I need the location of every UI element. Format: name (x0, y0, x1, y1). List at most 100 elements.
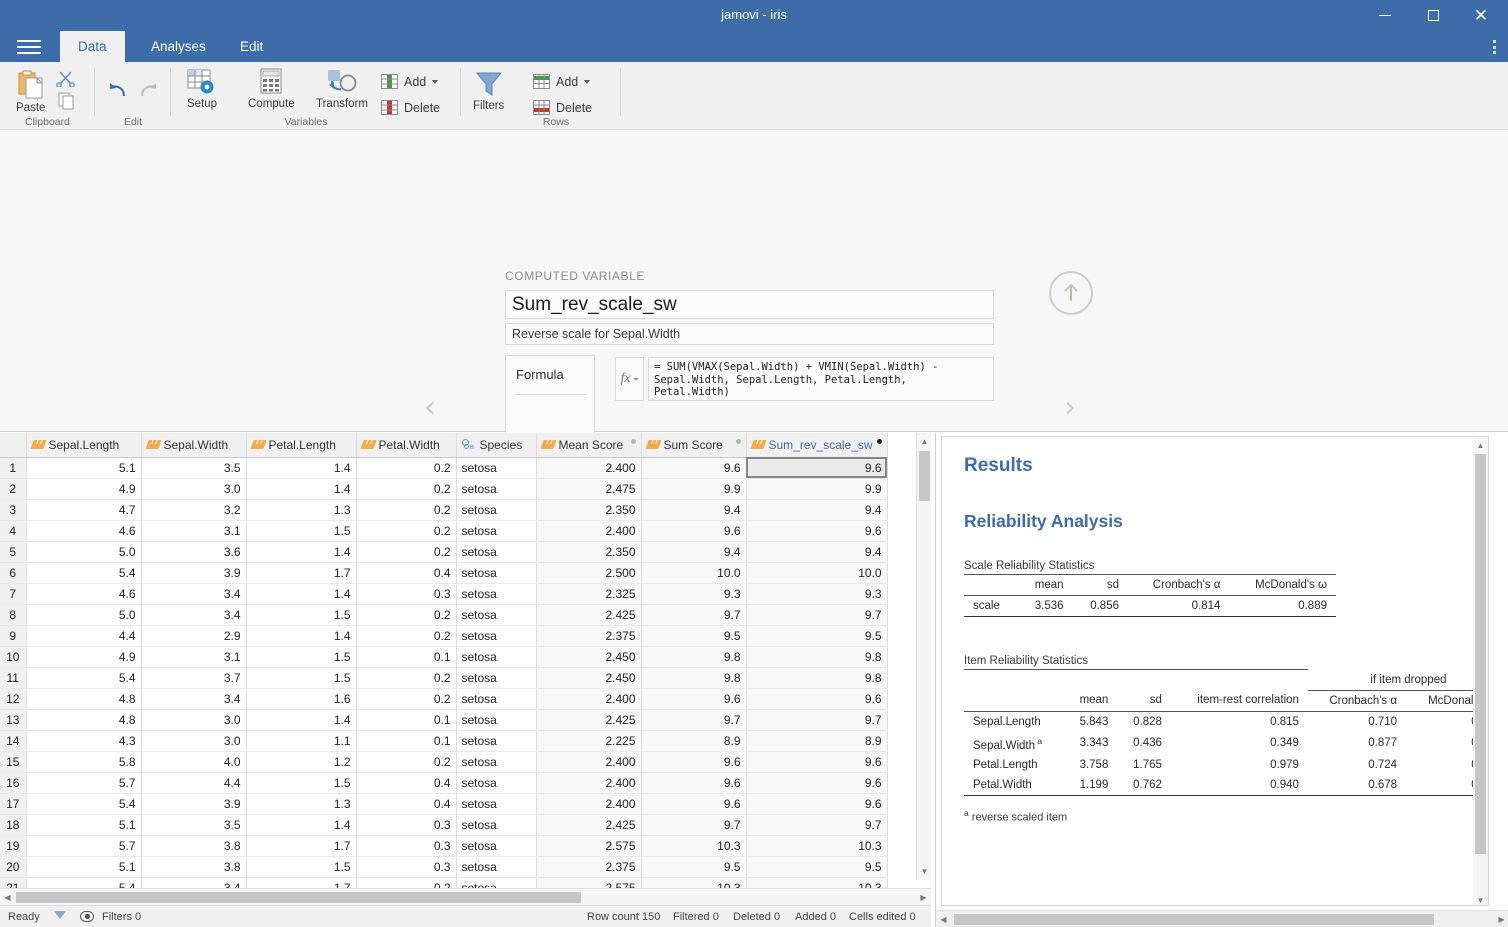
row-number[interactable]: 15 (0, 751, 26, 772)
cell[interactable]: 2.9 (141, 625, 246, 646)
table-row[interactable]: 55.03.61.40.2setosa2.3509.49.4 (0, 541, 887, 562)
scroll-up-icon[interactable]: ▲ (917, 433, 932, 450)
close-button[interactable]: ✕ (1458, 0, 1504, 31)
column-header-mean-score[interactable]: Mean Score (536, 433, 641, 457)
row-number[interactable]: 14 (0, 730, 26, 751)
sheet-hscroll-thumb[interactable] (16, 892, 581, 903)
cell[interactable]: 2.425 (536, 709, 641, 730)
cell[interactable]: 4.4 (26, 625, 141, 646)
row-number[interactable]: 10 (0, 646, 26, 667)
cell[interactable]: setosa (456, 814, 536, 835)
row-number[interactable]: 5 (0, 541, 26, 562)
cell[interactable]: 9.6 (641, 688, 746, 709)
cell[interactable]: 0.2 (356, 478, 456, 499)
cell[interactable]: 9.5 (641, 625, 746, 646)
cell[interactable]: 2.375 (536, 856, 641, 877)
cell[interactable]: 9.9 (641, 478, 746, 499)
cell[interactable]: 2.400 (536, 520, 641, 541)
cell[interactable]: setosa (456, 562, 536, 583)
cell[interactable]: 0.3 (356, 856, 456, 877)
cell[interactable]: setosa (456, 856, 536, 877)
row-number[interactable]: 1 (0, 457, 26, 478)
cell[interactable]: 0.2 (356, 604, 456, 625)
cell[interactable]: 3.7 (141, 667, 246, 688)
results-vscroll-thumb[interactable] (1475, 454, 1486, 854)
column-header-sum-score[interactable]: Sum Score (641, 433, 746, 457)
cell[interactable]: setosa (456, 520, 536, 541)
cell[interactable]: 3.8 (141, 835, 246, 856)
cell[interactable]: 8.9 (746, 730, 887, 751)
cell[interactable]: 9.7 (746, 709, 887, 730)
cell[interactable]: 5.0 (26, 541, 141, 562)
sheet-vertical-scrollbar[interactable]: ▲ ▼ (916, 433, 931, 880)
collapse-editor-button[interactable] (1049, 271, 1093, 315)
cell[interactable]: setosa (456, 709, 536, 730)
scroll-right-icon[interactable]: ▶ (916, 889, 931, 906)
sheet-vscroll-thumb[interactable] (919, 451, 930, 501)
cell[interactable]: 2.225 (536, 730, 641, 751)
cell[interactable]: 3.5 (141, 457, 246, 478)
cell[interactable]: setosa (456, 772, 536, 793)
cell[interactable]: setosa (456, 499, 536, 520)
filters-button[interactable]: Filters (473, 70, 504, 112)
more-options-icon[interactable] (1486, 39, 1502, 55)
chevron-down-icon[interactable] (432, 80, 438, 84)
menu-hamburger-icon[interactable] (15, 38, 43, 56)
results-content[interactable]: Results Reliability Analysis Scale Relia… (941, 436, 1489, 906)
cell[interactable]: 9.6 (746, 520, 887, 541)
cell[interactable]: 1.4 (246, 583, 356, 604)
previous-variable-button[interactable]: ‹ (424, 393, 436, 423)
cell[interactable]: 3.2 (141, 499, 246, 520)
row-number[interactable]: 19 (0, 835, 26, 856)
cell[interactable]: 3.9 (141, 793, 246, 814)
cell[interactable]: 1.5 (246, 667, 356, 688)
cell[interactable]: 1.5 (246, 772, 356, 793)
cell[interactable]: 2.400 (536, 772, 641, 793)
cell[interactable]: 1.6 (246, 688, 356, 709)
cell[interactable]: 1.5 (246, 856, 356, 877)
table-row[interactable]: 134.83.01.40.1setosa2.4259.79.7 (0, 709, 887, 730)
cell[interactable]: 1.1 (246, 730, 356, 751)
cell[interactable]: setosa (456, 625, 536, 646)
analysis-title[interactable]: Reliability Analysis (964, 511, 1466, 532)
tab-edit[interactable]: Edit (222, 31, 281, 62)
row-number[interactable]: 3 (0, 499, 26, 520)
data-spreadsheet[interactable]: Sepal.LengthSepal.WidthPetal.LengthPetal… (0, 433, 931, 895)
cell[interactable]: 0.3 (356, 814, 456, 835)
column-header-petal-width[interactable]: Petal.Width (356, 433, 456, 457)
cell[interactable]: 2.575 (536, 835, 641, 856)
cell[interactable]: 1.7 (246, 562, 356, 583)
cell[interactable]: 9.4 (746, 541, 887, 562)
transform-button[interactable]: Transform (316, 68, 368, 110)
delete-variable-button[interactable]: Delete (381, 100, 440, 115)
cell[interactable]: 3.8 (141, 856, 246, 877)
table-row[interactable]: 195.73.81.70.3setosa2.57510.310.3 (0, 835, 887, 856)
cell[interactable]: 5.0 (26, 604, 141, 625)
cell[interactable]: 3.0 (141, 730, 246, 751)
undo-button[interactable] (107, 80, 129, 100)
cell[interactable]: 4.9 (26, 478, 141, 499)
row-number[interactable]: 12 (0, 688, 26, 709)
cell[interactable]: 9.4 (641, 499, 746, 520)
chevron-down-icon[interactable] (584, 80, 590, 84)
cell[interactable]: 5.1 (26, 856, 141, 877)
tab-data[interactable]: Data (60, 31, 125, 62)
cell[interactable]: 0.2 (356, 520, 456, 541)
scroll-left-icon[interactable]: ◀ (0, 889, 15, 906)
sheet-horizontal-scrollbar[interactable]: ◀ ▶ (0, 888, 931, 905)
cell[interactable]: 0.4 (356, 562, 456, 583)
status-funnel-icon[interactable] (54, 911, 66, 919)
cell[interactable]: 4.4 (141, 772, 246, 793)
column-header-sepal-width[interactable]: Sepal.Width (141, 433, 246, 457)
cell[interactable]: 2.400 (536, 751, 641, 772)
minimize-button[interactable] (1362, 0, 1408, 31)
cell[interactable]: 9.7 (746, 814, 887, 835)
cell[interactable]: 1.5 (246, 604, 356, 625)
table-row[interactable]: 104.93.11.50.1setosa2.4509.89.8 (0, 646, 887, 667)
cell[interactable]: setosa (456, 688, 536, 709)
table-row[interactable]: 185.13.51.40.3setosa2.4259.79.7 (0, 814, 887, 835)
results-hscroll-thumb[interactable] (954, 914, 1434, 925)
cell[interactable]: 3.4 (141, 583, 246, 604)
cell[interactable]: 9.5 (746, 625, 887, 646)
cell[interactable]: setosa (456, 541, 536, 562)
